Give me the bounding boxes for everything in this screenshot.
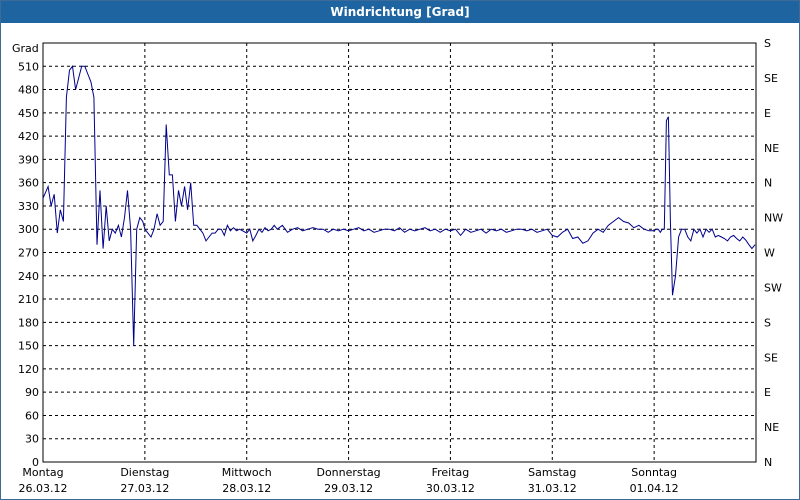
y-tick-label: 360 — [18, 177, 39, 190]
x-tick-day: Mittwoch — [222, 466, 272, 479]
y-axis-label: Grad — [12, 42, 39, 55]
x-tick-date: 31.03.12 — [528, 482, 577, 495]
compass-label: NE — [764, 142, 779, 155]
x-tick-day: Montag — [22, 466, 63, 479]
compass-label: NE — [764, 421, 779, 434]
compass-label: E — [764, 386, 771, 399]
x-tick-date: 29.03.12 — [324, 482, 373, 495]
y-tick-label: 60 — [25, 409, 39, 422]
y-tick-label: 390 — [18, 153, 39, 166]
compass-label: S — [764, 316, 771, 329]
chart-window: Windrichtung [Grad] 0 30 60 90 120 150 180 210 2… — [0, 0, 800, 500]
x-tick-day: Donnerstag — [316, 466, 380, 479]
y-tick-label: 270 — [18, 247, 39, 260]
y-tick-label: 180 — [18, 316, 39, 329]
compass-label: SE — [764, 72, 778, 85]
y-tick-label: 120 — [18, 363, 39, 376]
compass-label: E — [764, 107, 771, 120]
y-tick-label: 210 — [18, 293, 39, 306]
right-axis: N NE E SE S SW W NW N NE E SE S — [764, 37, 783, 469]
y-tick-label: 150 — [18, 340, 39, 353]
x-tick-date: 26.03.12 — [19, 482, 68, 495]
left-axis: 0306090120150180210240270300330360390420… — [18, 60, 39, 469]
x-tick-day: Samstag — [528, 466, 576, 479]
y-tick-label: 300 — [18, 223, 39, 236]
grid — [43, 43, 756, 462]
x-tick-day: Sonntag — [631, 466, 677, 479]
y-tick-label: 30 — [25, 433, 39, 446]
y-tick-label: 240 — [18, 270, 39, 283]
y-tick-label: 420 — [18, 130, 39, 143]
compass-label: N — [764, 456, 772, 469]
compass-label: SW — [764, 281, 782, 294]
y-tick-label: 330 — [18, 200, 39, 213]
compass-label: S — [764, 37, 771, 50]
y-tick-label: 480 — [18, 84, 39, 97]
y-tick-label: 510 — [18, 60, 39, 73]
x-tick-date: 27.03.12 — [120, 482, 169, 495]
x-axis: Montag 26.03.12 Dienstag 27.03.12 Mittwoch 28… — [19, 466, 679, 495]
y-tick-label: 450 — [18, 107, 39, 120]
compass-label: NW — [764, 212, 783, 225]
x-tick-date: 01.04.12 — [630, 482, 679, 495]
compass-label: W — [764, 247, 775, 260]
wind-direction-chart: 0306090120150180210240270300330360390420… — [12, 37, 783, 495]
x-tick-day: Freitag — [432, 466, 470, 479]
compass-label: SE — [764, 351, 778, 364]
y-tick-label: 90 — [25, 386, 39, 399]
x-tick-date: 28.03.12 — [222, 482, 271, 495]
x-tick-date: 30.03.12 — [426, 482, 475, 495]
x-tick-day: Dienstag — [120, 466, 169, 479]
compass-label: N — [764, 177, 772, 190]
